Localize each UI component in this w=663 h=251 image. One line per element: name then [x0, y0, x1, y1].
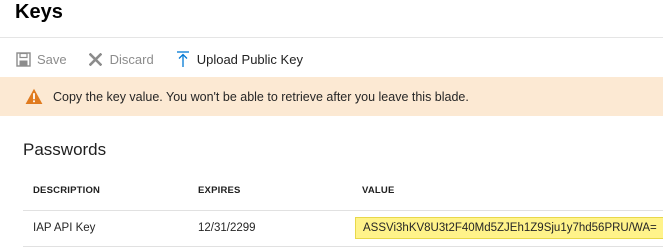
upload-public-key-button[interactable]: Upload Public Key	[175, 50, 303, 67]
save-icon	[15, 51, 31, 67]
discard-label: Discard	[109, 51, 154, 67]
save-button[interactable]: Save	[15, 51, 67, 67]
row-description: IAP API Key	[33, 222, 96, 234]
page-title: Keys	[15, 1, 63, 23]
upload-icon	[175, 50, 191, 67]
close-icon	[88, 51, 104, 67]
row-expires: 12/31/2299	[198, 222, 256, 234]
warning-message: Copy the key value. You won't be able to…	[53, 89, 469, 104]
row-divider	[23, 246, 663, 247]
warning-icon	[25, 88, 43, 105]
key-value-field[interactable]: ASSVi3hKV8U3t2F40Md5ZJEh1Z9Sju1y7hd56PRU…	[355, 217, 663, 239]
upload-label: Upload Public Key	[196, 51, 303, 67]
column-header-description: DESCRIPTION	[33, 185, 101, 196]
passwords-heading: Passwords	[23, 140, 107, 159]
command-bar: Save Discard Upload Public Key	[15, 47, 324, 71]
header-divider	[23, 210, 663, 211]
title-divider	[0, 37, 663, 38]
column-header-expires: EXPIRES	[198, 185, 241, 196]
save-label: Save	[37, 51, 67, 67]
discard-button[interactable]: Discard	[88, 51, 154, 67]
column-header-value: VALUE	[362, 185, 395, 196]
warning-banner: Copy the key value. You won't be able to…	[0, 77, 663, 116]
